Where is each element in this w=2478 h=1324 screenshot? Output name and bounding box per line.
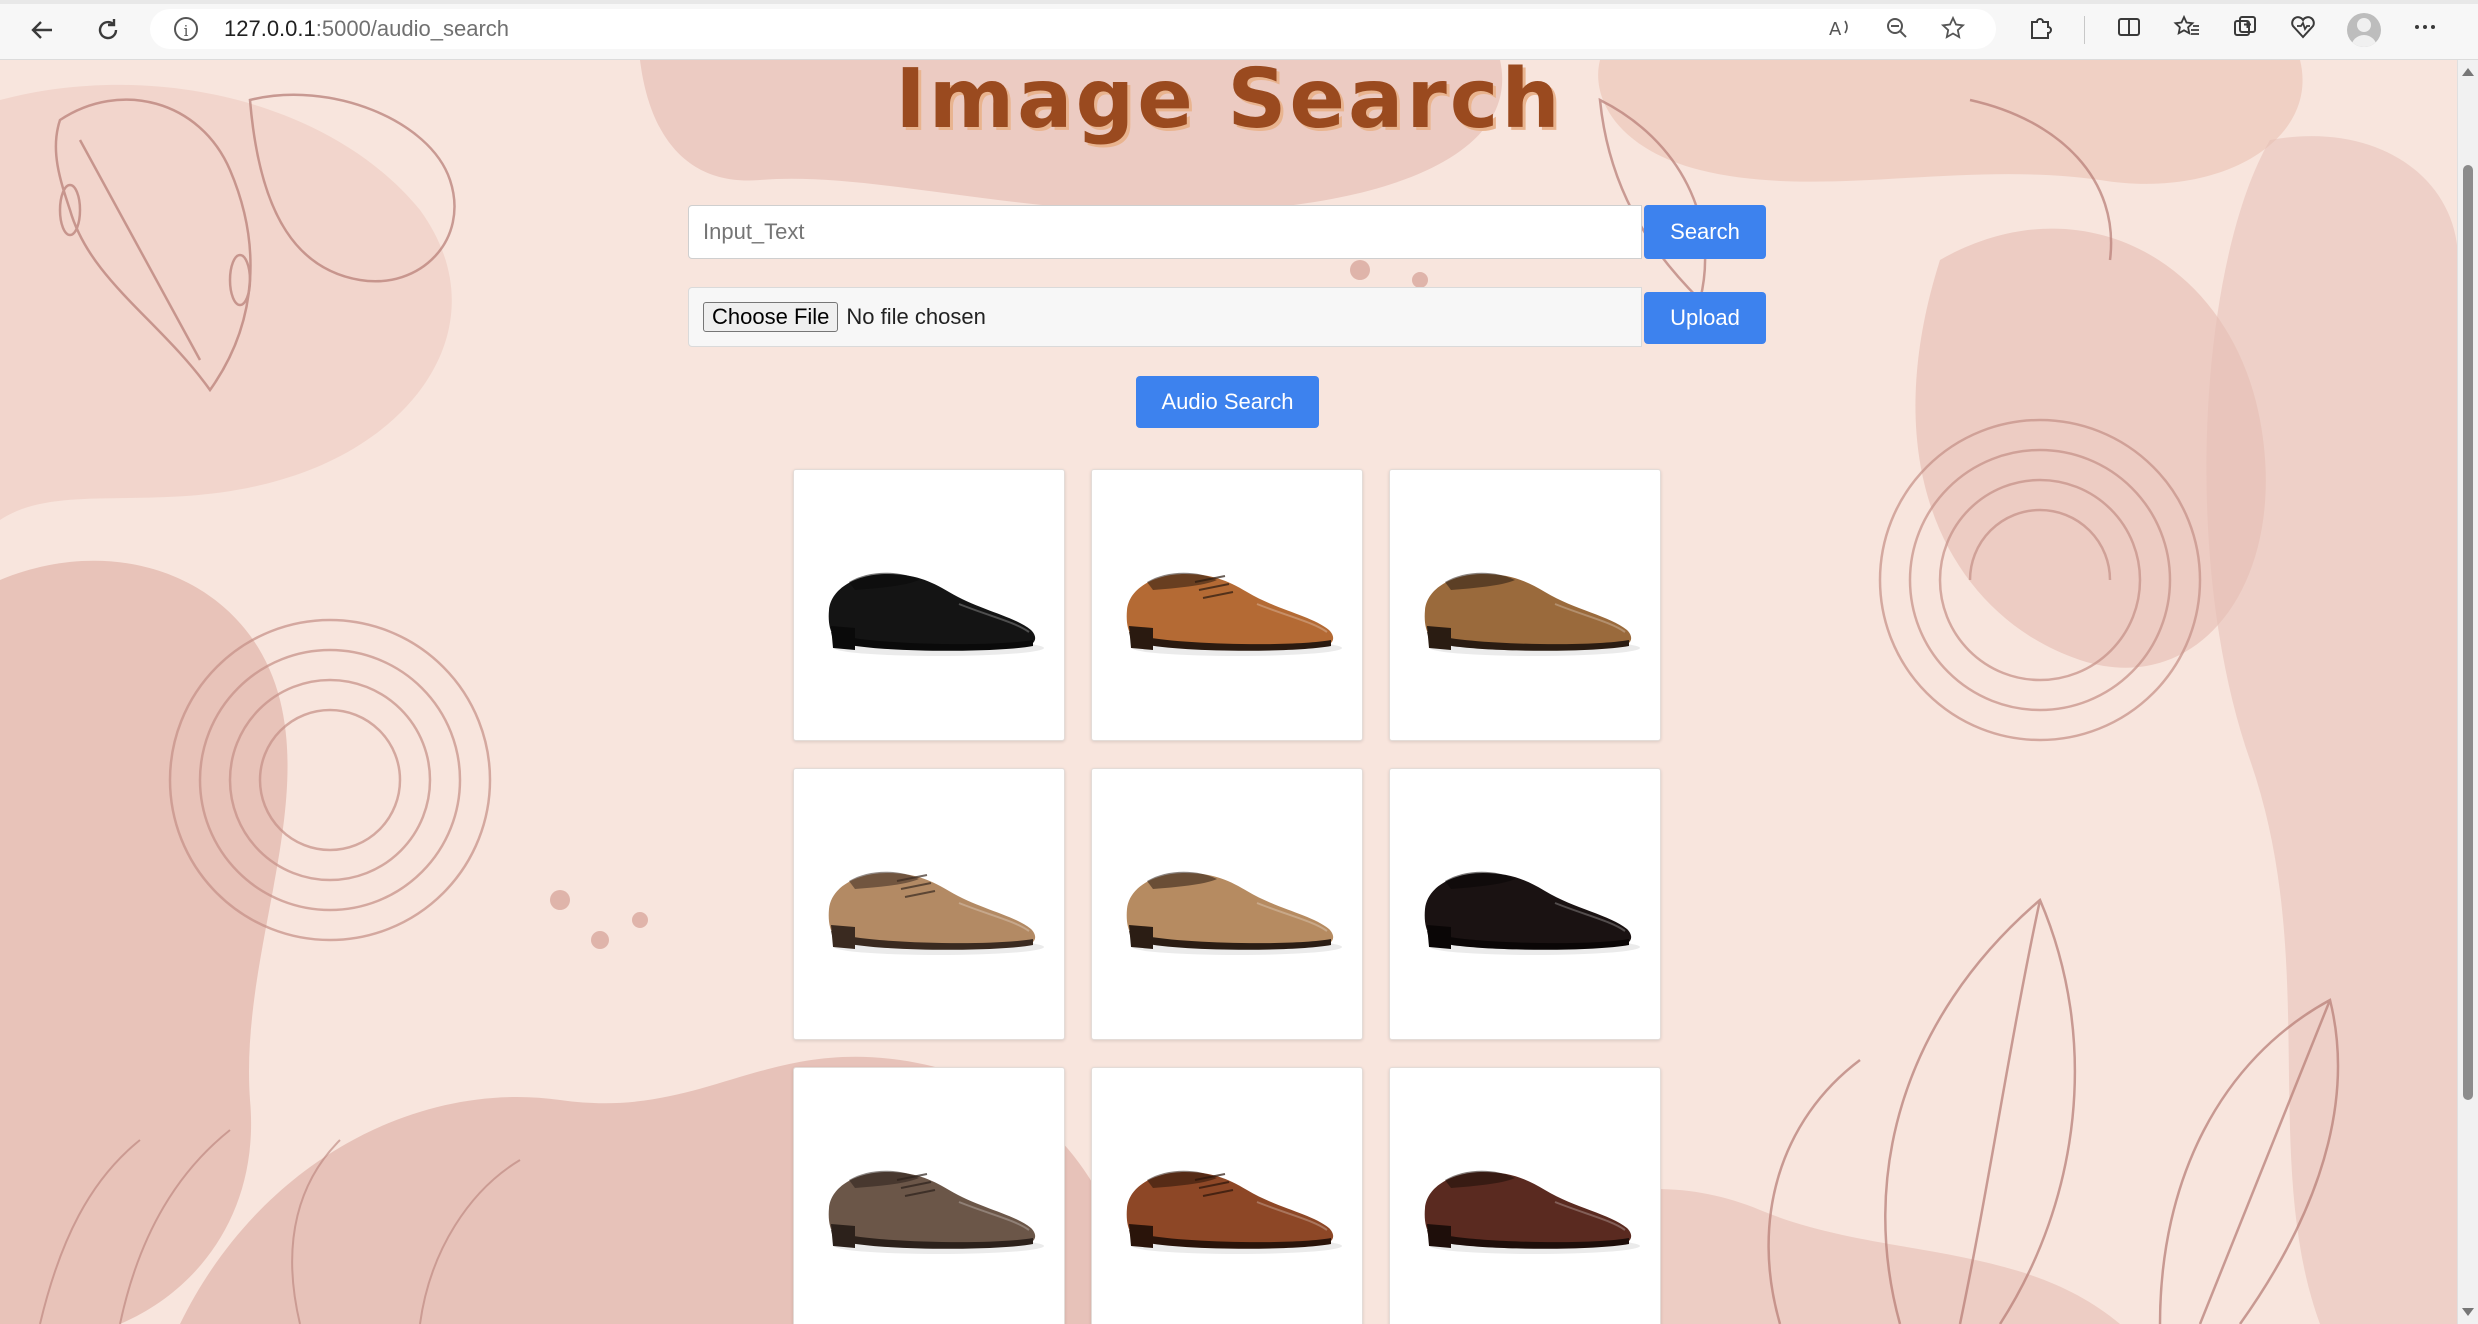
shoe-image bbox=[828, 572, 1044, 656]
browser-actions bbox=[2026, 12, 2439, 48]
scroll-down-icon[interactable] bbox=[2462, 1308, 2474, 1316]
zoom-out-icon[interactable] bbox=[1884, 15, 1910, 48]
upload-button[interactable]: Upload bbox=[1644, 292, 1766, 344]
audio-search-button[interactable]: Audio Search bbox=[1136, 376, 1319, 428]
profile-avatar-icon[interactable] bbox=[2347, 13, 2381, 47]
url-host: 127.0.0.1 bbox=[224, 16, 316, 41]
scrollbar[interactable] bbox=[2457, 60, 2478, 1324]
extensions-icon[interactable] bbox=[2026, 13, 2054, 48]
favorite-star-icon[interactable] bbox=[1940, 15, 1966, 48]
read-aloud-icon[interactable]: A bbox=[1828, 15, 1854, 48]
url-text[interactable]: 127.0.0.1:5000/audio_search bbox=[224, 16, 509, 42]
reload-icon[interactable] bbox=[90, 12, 126, 48]
shoe-image bbox=[1126, 572, 1342, 656]
file-status: No file chosen bbox=[846, 304, 986, 329]
result-card-5[interactable] bbox=[1091, 768, 1363, 1040]
scrollbar-thumb[interactable] bbox=[2463, 165, 2473, 1100]
scroll-up-icon[interactable] bbox=[2462, 68, 2474, 76]
result-card-9[interactable] bbox=[1389, 1067, 1661, 1324]
search-button[interactable]: Search bbox=[1644, 205, 1766, 259]
result-card-8[interactable] bbox=[1091, 1067, 1363, 1324]
result-card-7[interactable] bbox=[793, 1067, 1065, 1324]
result-card-4[interactable] bbox=[793, 768, 1065, 1040]
toolbar-divider bbox=[2084, 16, 2085, 44]
tab-strip-edge bbox=[0, 0, 2478, 4]
favorites-icon[interactable] bbox=[2173, 13, 2201, 48]
choose-file-button[interactable]: Choose File bbox=[703, 302, 839, 332]
back-icon[interactable] bbox=[24, 12, 60, 48]
address-bar-actions: A bbox=[1828, 15, 1966, 48]
address-bar[interactable]: i 127.0.0.1:5000/audio_search A bbox=[150, 9, 1996, 49]
site-info-icon[interactable]: i bbox=[174, 17, 198, 41]
browser-toolbar: i 127.0.0.1:5000/audio_search A bbox=[0, 0, 2478, 60]
shoe-image bbox=[1126, 871, 1342, 955]
shoe-image bbox=[828, 871, 1044, 955]
shoe-image bbox=[1424, 1170, 1640, 1254]
file-input[interactable]: Choose File No file chosen bbox=[688, 287, 1642, 347]
result-card-1[interactable] bbox=[793, 469, 1065, 741]
result-card-2[interactable] bbox=[1091, 469, 1363, 741]
shoe-image bbox=[1424, 572, 1640, 656]
collections-icon[interactable] bbox=[2231, 13, 2259, 48]
url-path: :5000/audio_search bbox=[315, 16, 510, 41]
browser-essentials-icon[interactable] bbox=[2289, 13, 2317, 48]
svg-text:A: A bbox=[1829, 19, 1842, 40]
split-screen-icon[interactable] bbox=[2115, 13, 2143, 48]
search-row: Search bbox=[688, 205, 1768, 259]
shoe-image bbox=[828, 1170, 1044, 1254]
result-card-3[interactable] bbox=[1389, 469, 1661, 741]
shoe-image bbox=[1424, 871, 1640, 955]
result-card-6[interactable] bbox=[1389, 768, 1661, 1040]
shoe-image bbox=[1126, 1170, 1342, 1254]
more-menu-icon[interactable] bbox=[2411, 13, 2439, 48]
page-viewport: Image Search Search Choose File No file … bbox=[0, 60, 2458, 1324]
upload-row: Choose File No file chosen Upload bbox=[688, 287, 1768, 347]
page-title: Image Search bbox=[895, 60, 1563, 147]
search-input[interactable] bbox=[688, 205, 1642, 259]
